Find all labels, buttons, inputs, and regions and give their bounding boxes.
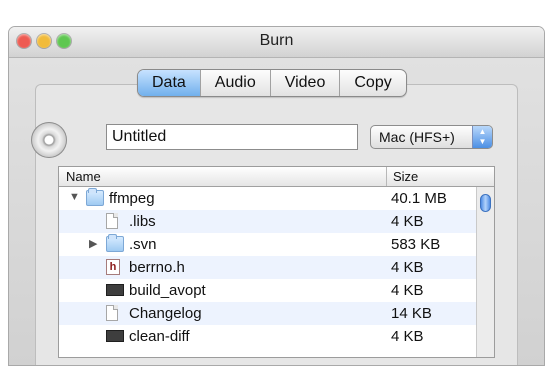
table-row[interactable]: ▶ .svn 583 KB [59,233,476,256]
document-icon [106,305,118,321]
folder-icon [86,188,104,206]
file-size: 4 KB [391,213,424,230]
scrollbar-thumb[interactable] [480,194,491,212]
table-header: Name Size [59,167,494,187]
disc-icon [31,122,67,158]
file-size: 583 KB [391,236,441,253]
file-size: 4 KB [391,259,424,276]
file-name: build_avopt [129,282,206,299]
window-title: Burn [259,32,294,49]
table-row[interactable]: clean-diff 4 KB [59,325,476,348]
executable-icon [106,330,124,342]
file-size: 14 KB [391,305,432,322]
file-name: clean-diff [129,328,190,345]
vertical-scrollbar[interactable] [476,187,494,357]
file-name: .libs [129,213,156,230]
file-table[interactable]: Name Size ▼ ffmpeg 40.1 MB .libs 4 KB ▶ .svn 58… [58,166,495,358]
table-row[interactable]: build_avopt 4 KB [59,279,476,302]
disc-format-value: Mac (HFS+) [379,129,455,145]
title-bar[interactable]: Burn [9,27,544,58]
chevron-updown-icon: ▲ ▼ [472,126,492,148]
file-name: .svn [129,236,157,253]
header-file-icon: h [106,259,120,275]
document-icon [106,213,118,229]
disc-format-select[interactable]: Mac (HFS+) ▲ ▼ [370,125,493,149]
column-header-name[interactable]: Name [66,169,101,184]
file-name: ffmpeg [109,190,155,207]
tab-video[interactable]: Video [269,70,340,96]
file-name: berrno.h [129,259,185,276]
table-row[interactable]: ▼ ffmpeg 40.1 MB [59,187,476,210]
tab-audio[interactable]: Audio [199,70,270,96]
tab-data[interactable]: Data [138,70,200,96]
table-row[interactable]: .libs 4 KB [59,210,476,233]
folder-icon [106,234,124,252]
column-header-size[interactable]: Size [386,167,494,186]
tab-bar: Data Audio Video Copy [137,69,407,97]
file-name: Changelog [129,305,202,322]
table-row[interactable]: h berrno.h 4 KB [59,256,476,279]
file-size: 4 KB [391,282,424,299]
tab-copy[interactable]: Copy [339,70,405,96]
table-row[interactable]: Changelog 14 KB [59,302,476,325]
disc-name-input[interactable] [106,124,358,150]
disclosure-expanded-icon[interactable]: ▼ [69,191,80,205]
file-size: 40.1 MB [391,190,447,207]
executable-icon [106,284,124,296]
file-size: 4 KB [391,328,424,345]
disclosure-collapsed-icon[interactable]: ▶ [89,237,99,251]
